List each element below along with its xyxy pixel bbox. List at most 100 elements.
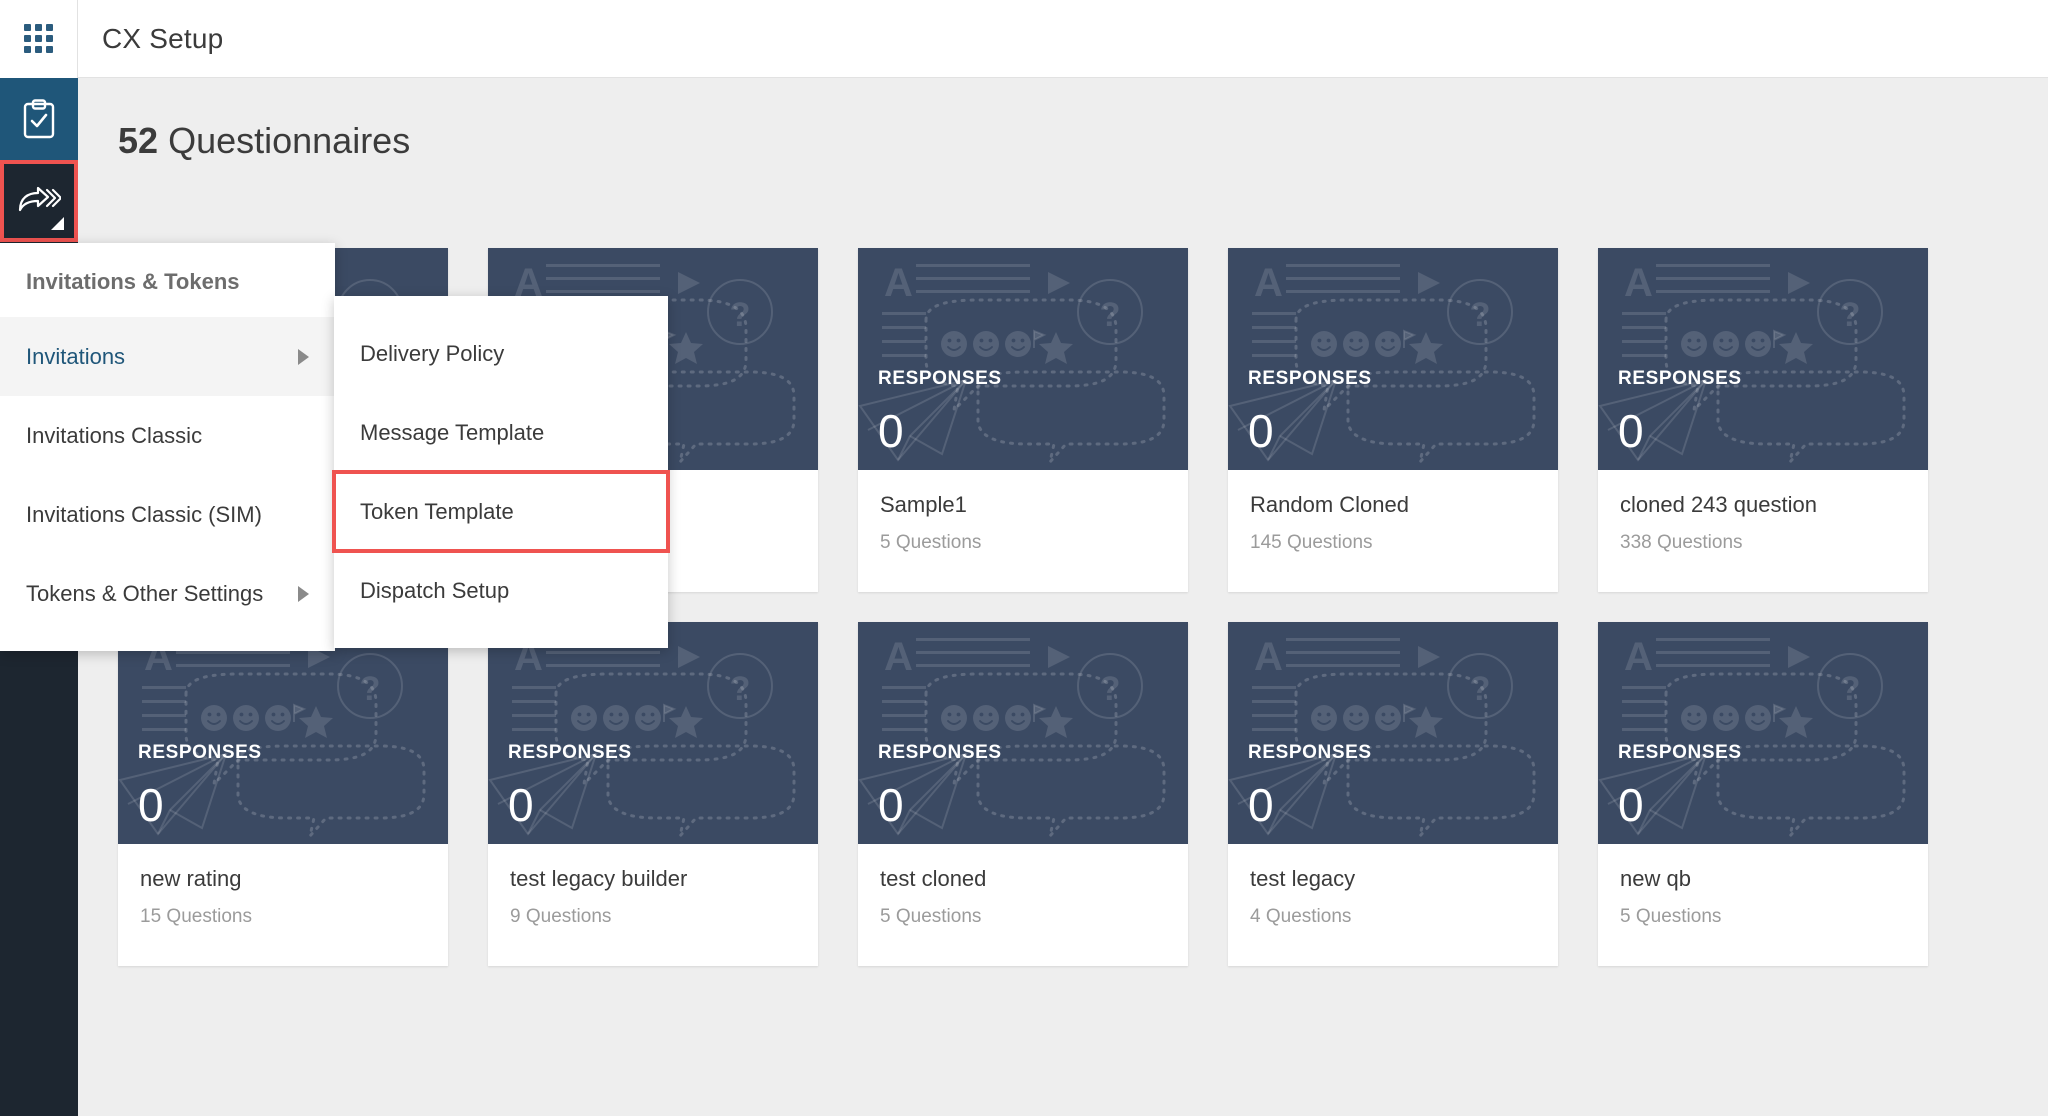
card-thumbnail: A? RESPONSES 0 bbox=[118, 622, 448, 844]
menu-item-invitations-classic-sim[interactable]: Invitations Classic (SIM) bbox=[0, 475, 335, 554]
submenu-item-token-template[interactable]: Token Template bbox=[332, 470, 670, 553]
card-thumbnail: A? RESPONSES 0 bbox=[858, 248, 1188, 470]
submenu-item-dispatch-setup[interactable]: Dispatch Setup bbox=[334, 551, 668, 630]
card-title: Random Cloned bbox=[1250, 492, 1409, 517]
card-thumbnail: A? RESPONSES 0 bbox=[858, 622, 1188, 844]
questionnaire-count: 52 bbox=[118, 120, 159, 161]
card-body: test legacy 4 Questions bbox=[1228, 844, 1558, 966]
card-title: new rating bbox=[140, 866, 242, 891]
svg-text:?: ? bbox=[1840, 296, 1861, 334]
chevron-right-icon bbox=[298, 348, 309, 365]
svg-text:?: ? bbox=[1470, 296, 1491, 334]
responses-label: RESPONSES bbox=[878, 742, 1002, 763]
questionnaire-art: A? bbox=[1228, 635, 1536, 842]
svg-text:?: ? bbox=[1840, 670, 1861, 708]
questionnaires-heading: 52 Questionnaires bbox=[118, 120, 2048, 162]
questionnaire-card[interactable]: A? RESPONSES 0 Sample1 5 Questions bbox=[858, 248, 1188, 592]
clipboard-check-icon bbox=[23, 99, 55, 139]
questionnaire-art: A? bbox=[1598, 261, 1906, 468]
svg-text:A: A bbox=[1254, 635, 1283, 679]
responses-count: 0 bbox=[138, 779, 164, 831]
svg-text:A: A bbox=[884, 261, 913, 305]
submenu-top-pad bbox=[334, 296, 668, 314]
questionnaire-card[interactable]: A? RESPONSES 0 cloned 243 question 338 Q… bbox=[1598, 248, 1928, 592]
card-title: cloned 243 question bbox=[1620, 492, 1817, 517]
submenu-bottom-pad bbox=[334, 630, 668, 648]
responses-label: RESPONSES bbox=[878, 368, 1002, 389]
app-root: CX Setup 52 Questionnaires A ? A ? RESPO… bbox=[0, 0, 2048, 1116]
invitations-tokens-menu: Invitations & Tokens Invitations Invitat… bbox=[0, 243, 335, 651]
questionnaire-art: A? bbox=[488, 635, 796, 842]
card-body: cloned 243 question 338 Questions bbox=[1598, 470, 1928, 592]
card-question-count: 338 Questions bbox=[1620, 532, 1743, 553]
menu-item-tokens-other-settings[interactable]: Tokens & Other Settings bbox=[0, 554, 335, 633]
card-title: Sample1 bbox=[880, 492, 967, 517]
questionnaire-card[interactable]: A? RESPONSES 0 Random Cloned 145 Questio… bbox=[1228, 248, 1558, 592]
submenu-item-label: Delivery Policy bbox=[360, 340, 505, 366]
responses-count: 0 bbox=[1248, 405, 1274, 457]
responses-label: RESPONSES bbox=[508, 742, 632, 763]
card-question-count: 5 Questions bbox=[1620, 906, 1722, 927]
card-title: new qb bbox=[1620, 866, 1691, 891]
card-thumbnail: A? RESPONSES 0 bbox=[488, 622, 818, 844]
card-question-count: 9 Questions bbox=[510, 906, 612, 927]
questionnaire-label: Questionnaires bbox=[168, 120, 411, 161]
questionnaire-art: A? bbox=[858, 261, 1166, 468]
questionnaire-card[interactable]: A? RESPONSES 0 test cloned 5 Questions bbox=[858, 622, 1188, 966]
questionnaire-art: A? bbox=[1598, 635, 1906, 842]
grid-apps-icon bbox=[24, 24, 53, 53]
menu-item-label: Invitations bbox=[26, 343, 126, 369]
responses-label: RESPONSES bbox=[1248, 742, 1372, 763]
card-body: test legacy builder 9 Questions bbox=[488, 844, 818, 966]
responses-count: 0 bbox=[878, 779, 904, 831]
card-body: Random Cloned 145 Questions bbox=[1228, 470, 1558, 592]
questionnaire-card[interactable]: A? RESPONSES 0 test legacy 4 Questions bbox=[1228, 622, 1558, 966]
rail-item-invitations-tokens[interactable] bbox=[0, 160, 78, 242]
questionnaire-art: A? bbox=[858, 635, 1166, 842]
rail-item-questionnaires[interactable] bbox=[0, 78, 78, 160]
menu-item-label: Tokens & Other Settings bbox=[26, 580, 264, 606]
svg-text:A: A bbox=[1624, 635, 1653, 679]
card-body: test cloned 5 Questions bbox=[858, 844, 1188, 966]
expand-corner-icon bbox=[51, 217, 64, 230]
menu-item-invitations-classic[interactable]: Invitations Classic bbox=[0, 396, 335, 475]
card-question-count: 145 Questions bbox=[1250, 532, 1373, 553]
questionnaire-art: A? bbox=[118, 635, 426, 842]
card-question-count: 5 Questions bbox=[880, 906, 982, 927]
menu-item-label: Invitations Classic bbox=[26, 422, 203, 448]
menu-item-label: Invitations Classic (SIM) bbox=[26, 501, 262, 527]
card-question-count: 4 Questions bbox=[1250, 906, 1352, 927]
questionnaire-card[interactable]: A? RESPONSES 0 test legacy builder 9 Que… bbox=[488, 622, 818, 966]
submenu-item-message-template[interactable]: Message Template bbox=[334, 393, 668, 472]
questionnaire-card[interactable]: A? RESPONSES 0 new rating 15 Questions bbox=[118, 622, 448, 966]
svg-text:?: ? bbox=[730, 670, 751, 708]
responses-label: RESPONSES bbox=[1248, 368, 1372, 389]
page-title: CX Setup bbox=[102, 22, 224, 54]
responses-label: RESPONSES bbox=[138, 742, 262, 763]
questionnaire-art: A? bbox=[1228, 261, 1536, 468]
responses-count: 0 bbox=[878, 405, 904, 457]
app-launcher-button[interactable] bbox=[0, 0, 78, 78]
menu-bottom-pad bbox=[0, 633, 335, 651]
responses-count: 0 bbox=[1618, 779, 1644, 831]
svg-text:A: A bbox=[1254, 261, 1283, 305]
submenu-item-label: Token Template bbox=[360, 498, 514, 524]
menu-header: Invitations & Tokens bbox=[26, 269, 240, 294]
svg-text:?: ? bbox=[1100, 296, 1121, 334]
svg-text:A: A bbox=[1624, 261, 1653, 305]
card-question-count: 5 Questions bbox=[880, 532, 982, 553]
card-body: new qb 5 Questions bbox=[1598, 844, 1928, 966]
card-thumbnail: A? RESPONSES 0 bbox=[1598, 622, 1928, 844]
questionnaire-card[interactable]: A? RESPONSES 0 new qb 5 Questions bbox=[1598, 622, 1928, 966]
menu-item-invitations[interactable]: Invitations bbox=[0, 317, 335, 396]
card-thumbnail: A? RESPONSES 0 bbox=[1598, 248, 1928, 470]
responses-count: 0 bbox=[1618, 405, 1644, 457]
submenu-item-delivery-policy[interactable]: Delivery Policy bbox=[334, 314, 668, 393]
submenu-item-label: Message Template bbox=[360, 419, 545, 445]
svg-text:?: ? bbox=[1470, 670, 1491, 708]
svg-text:?: ? bbox=[360, 670, 381, 708]
share-forward-icon bbox=[18, 186, 61, 212]
top-bar: CX Setup bbox=[0, 0, 2048, 78]
card-body: new rating 15 Questions bbox=[118, 844, 448, 966]
responses-count: 0 bbox=[1248, 779, 1274, 831]
